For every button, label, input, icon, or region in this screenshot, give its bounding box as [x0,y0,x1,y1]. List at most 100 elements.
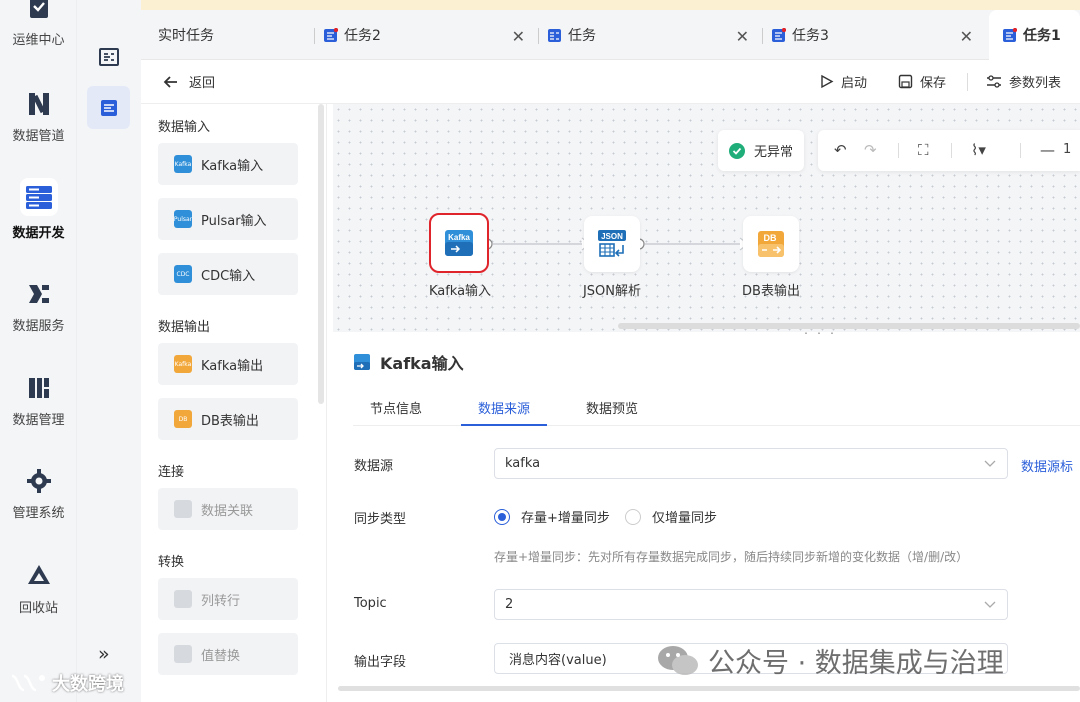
flow-node-json-parse[interactable]: JSON [584,216,640,272]
flow-node-kafka-input[interactable]: Kafka [429,213,489,273]
save-label: 保存 [920,76,947,91]
back-label: 返回 [189,76,216,91]
nav-item-pipeline[interactable]: 数据管道 [0,90,77,144]
palette-item-label: 列转行 [201,593,241,609]
sync-hint: 存量+增量同步：先对所有存量数据完成同步，随后持续同步新增的变化数据（增/删/改… [494,550,969,564]
offline-task-button[interactable] [87,86,130,129]
tab-data-source[interactable]: 数据来源 [478,398,530,417]
palette-item-kafka-input[interactable]: Kafka Kafka输入 [158,143,298,185]
value-replace-icon [174,645,192,663]
radio-unchecked-icon [625,508,641,525]
status-text: 无异常 [754,145,794,160]
nav-item-management[interactable]: 数据管理 [0,374,77,428]
sliders-icon [987,75,1001,88]
detail-scrollbar[interactable] [338,686,1080,691]
expand-rail-icon[interactable]: » [98,643,110,665]
data-pipeline-icon [28,93,49,115]
tab-label: 任务2 [344,28,381,44]
corner-watermark: 大数跨境 [8,670,124,696]
task-tab-icon [548,28,561,42]
json-icon: JSON [598,230,626,257]
data-management-icon [28,378,49,398]
palette-item-pulsar-input[interactable]: Pulsar Pulsar输入 [158,198,298,240]
close-icon[interactable]: ✕ [736,27,749,46]
palette-item-label: Pulsar输入 [201,213,267,229]
tab-task1[interactable]: 任务1 [989,10,1080,60]
params-button[interactable]: 参数列表 [986,72,1061,91]
watermark-text: 公众号 · 数据集成与治理 [708,648,1004,679]
node-label: JSON解析 [582,284,642,299]
start-button[interactable]: 启动 [819,72,867,91]
nav-label-system: 管理系统 [12,506,65,521]
group-title-output: 数据输出 [158,320,211,335]
pulsar-icon: Pulsar [174,210,192,228]
close-icon[interactable]: ✕ [960,27,973,46]
chevron-down-icon [984,601,996,608]
params-label: 参数列表 [1009,76,1062,91]
db-icon: DB [174,410,192,428]
arrow-left-icon [163,75,177,88]
nav-label-dev: 数据开发 [12,226,65,241]
nav-item-dev[interactable]: 数据开发 [0,178,77,241]
tab-label: 任务 [568,28,596,44]
radio-incremental-only[interactable]: 仅增量同步 [625,507,717,526]
col-to-row-icon [174,590,192,608]
cdc-icon: CDC [174,265,192,283]
topic-label: Topic [354,596,387,611]
radio-full-incremental[interactable]: 存量+增量同步 [494,507,610,526]
db-icon: DB [758,231,784,257]
save-button[interactable]: 保存 [898,72,946,91]
flow-node-db-output[interactable]: DB [743,216,799,272]
component-palette: 数据输入 Kafka Kafka输入 Pulsar Pulsar输入 CDC C… [141,104,327,702]
radio-checked-icon [494,508,510,525]
gear-icon [26,469,51,493]
datasource-link[interactable]: 数据源标 [1021,456,1073,475]
group-title-input: 数据输入 [158,120,211,135]
close-icon[interactable]: ✕ [512,27,525,46]
data-dev-icon [19,178,58,216]
palette-item-col-to-row[interactable]: 列转行 [158,578,298,620]
group-title-join: 连接 [158,465,185,480]
nav-label-pipeline: 数据管道 [12,129,65,144]
nav-item-service[interactable]: 数据服务 [0,280,77,334]
nav-item-recycle[interactable]: 回收站 [0,562,77,616]
redo-icon[interactable]: ↷ [864,141,877,159]
nav-item-ops[interactable]: 运维中心 [0,0,77,48]
palette-item-data-join[interactable]: 数据关联 [158,488,298,530]
palette-item-label: 数据关联 [201,503,254,519]
datasource-select[interactable]: kafka [494,448,1008,479]
tab-label: 任务3 [792,28,829,44]
back-button[interactable]: 返回 [163,72,215,91]
palette-item-label: 值替换 [201,648,241,664]
detail-title: Kafka输入 [353,350,464,374]
layout-icon[interactable]: ⌇▾ [971,141,986,159]
nav-label-ops: 运维中心 [12,33,65,48]
recycle-bin-icon [27,565,50,584]
palette-item-value-replace[interactable]: 值替换 [158,633,298,675]
palette-item-kafka-output[interactable]: Kafka Kafka输出 [158,343,298,385]
tab-task3[interactable]: 任务3 ✕ [771,10,985,60]
output-field-value: 消息内容(value) [509,653,607,668]
nav-item-system[interactable]: 管理系统 [0,467,77,521]
zoom-out-icon[interactable]: — [1040,141,1055,159]
wechat-watermark: 公众号 · 数据集成与治理 [656,641,1004,680]
palette-scrollbar[interactable] [318,104,324,404]
realtime-task-button[interactable] [87,35,130,78]
tab-node-info[interactable]: 节点信息 [370,398,422,417]
realtime-task-icon [98,47,119,66]
palette-item-db-output[interactable]: DB DB表输出 [158,398,298,440]
topic-select[interactable]: 2 [494,589,1008,620]
start-label: 启动 [841,76,868,91]
tab-data-preview[interactable]: 数据预览 [586,398,638,417]
tab-task[interactable]: 任务 ✕ [547,10,761,60]
kafka-icon: Kafka [174,155,192,173]
check-circle-icon [729,142,745,159]
canvas-scrollbar[interactable] [618,323,1080,329]
kafka-icon: Kafka [445,230,473,256]
fit-view-icon[interactable]: ⛶ [918,141,929,159]
corner-watermark-text: 大数跨境 [52,674,124,695]
tab-realtime[interactable]: 实时任务 [141,10,313,60]
undo-icon[interactable]: ↶ [834,141,847,159]
palette-item-cdc-input[interactable]: CDC CDC输入 [158,253,298,295]
tab-task2[interactable]: 任务2 ✕ [323,10,537,60]
